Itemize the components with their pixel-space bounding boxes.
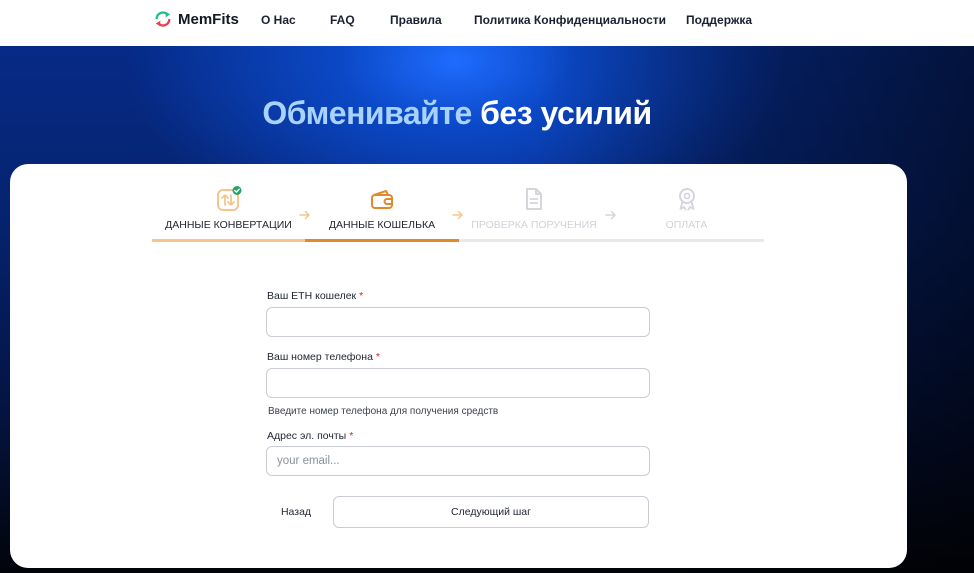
email-input[interactable]: [266, 446, 650, 476]
step-progress-bar: [152, 239, 305, 242]
document-icon: [521, 186, 547, 212]
step-label: ОПЛАТА: [665, 219, 708, 231]
brand-name: MemFits: [178, 10, 239, 28]
step-wallet-data[interactable]: ДАННЫЕ КОШЕЛЬКА: [305, 164, 459, 244]
brand-logo[interactable]: MemFits: [154, 8, 239, 30]
exchange-form-card: ДАННЫЕ КОНВЕРТАЦИИ ДАННЫЕ КОШЕЛЬКА ПРОВЕ…: [10, 164, 907, 568]
nav-link-rules[interactable]: Правила: [390, 13, 442, 27]
eth-wallet-input[interactable]: [266, 307, 650, 337]
step-conversion-data[interactable]: ДАННЫЕ КОНВЕРТАЦИИ: [152, 164, 305, 244]
phone-label: Ваш номер телефона *: [267, 351, 380, 363]
exchange-icon: [216, 186, 242, 212]
step-order-review[interactable]: ПРОВЕРКА ПОРУЧЕНИЯ: [459, 164, 609, 244]
next-step-button[interactable]: Следующий шаг: [333, 496, 649, 528]
email-label-text: Адрес эл. почты: [267, 430, 347, 442]
headline-rest: без усилий: [480, 95, 652, 131]
nav-link-privacy[interactable]: Политика Конфиденциальности: [474, 13, 666, 27]
phone-input[interactable]: [266, 368, 650, 398]
step-label: ДАННЫЕ КОШЕЛЬКА: [328, 219, 436, 231]
eth-wallet-label: Ваш ETH кошелек *: [267, 290, 363, 302]
step-label: ДАННЫЕ КОНВЕРТАЦИИ: [165, 219, 292, 231]
required-marker: *: [359, 290, 364, 302]
step-progress-bar: [459, 239, 609, 242]
nav-link-support[interactable]: Поддержка: [686, 13, 752, 27]
phone-hint: Введите номер телефона для получения сре…: [268, 406, 499, 417]
step-payment[interactable]: ОПЛАТА: [609, 164, 764, 244]
nav-link-about[interactable]: О Нас: [261, 13, 296, 27]
nav-link-faq[interactable]: FAQ: [330, 13, 355, 27]
exchange-arrows-logo-icon: [155, 11, 171, 27]
eth-wallet-label-text: Ваш ETH кошелек: [267, 290, 357, 302]
step-progress-bar: [609, 239, 764, 242]
wallet-icon: [369, 186, 395, 212]
step-label: ПРОВЕРКА ПОРУЧЕНИЯ: [471, 219, 597, 231]
required-marker: *: [349, 430, 354, 442]
headline-accent: Обменивайте: [262, 95, 472, 131]
back-button[interactable]: Назад: [270, 497, 322, 527]
top-navigation-bar: MemFits О Нас FAQ Правила Политика Конфи…: [0, 0, 974, 46]
required-marker: *: [375, 351, 380, 363]
email-label: Адрес эл. почты *: [267, 430, 353, 442]
hero-headline: Обменивайте без усилий: [0, 95, 914, 132]
badge-icon: [674, 186, 700, 212]
phone-label-text: Ваш номер телефона: [267, 351, 373, 363]
step-progress-bar: [305, 239, 459, 242]
